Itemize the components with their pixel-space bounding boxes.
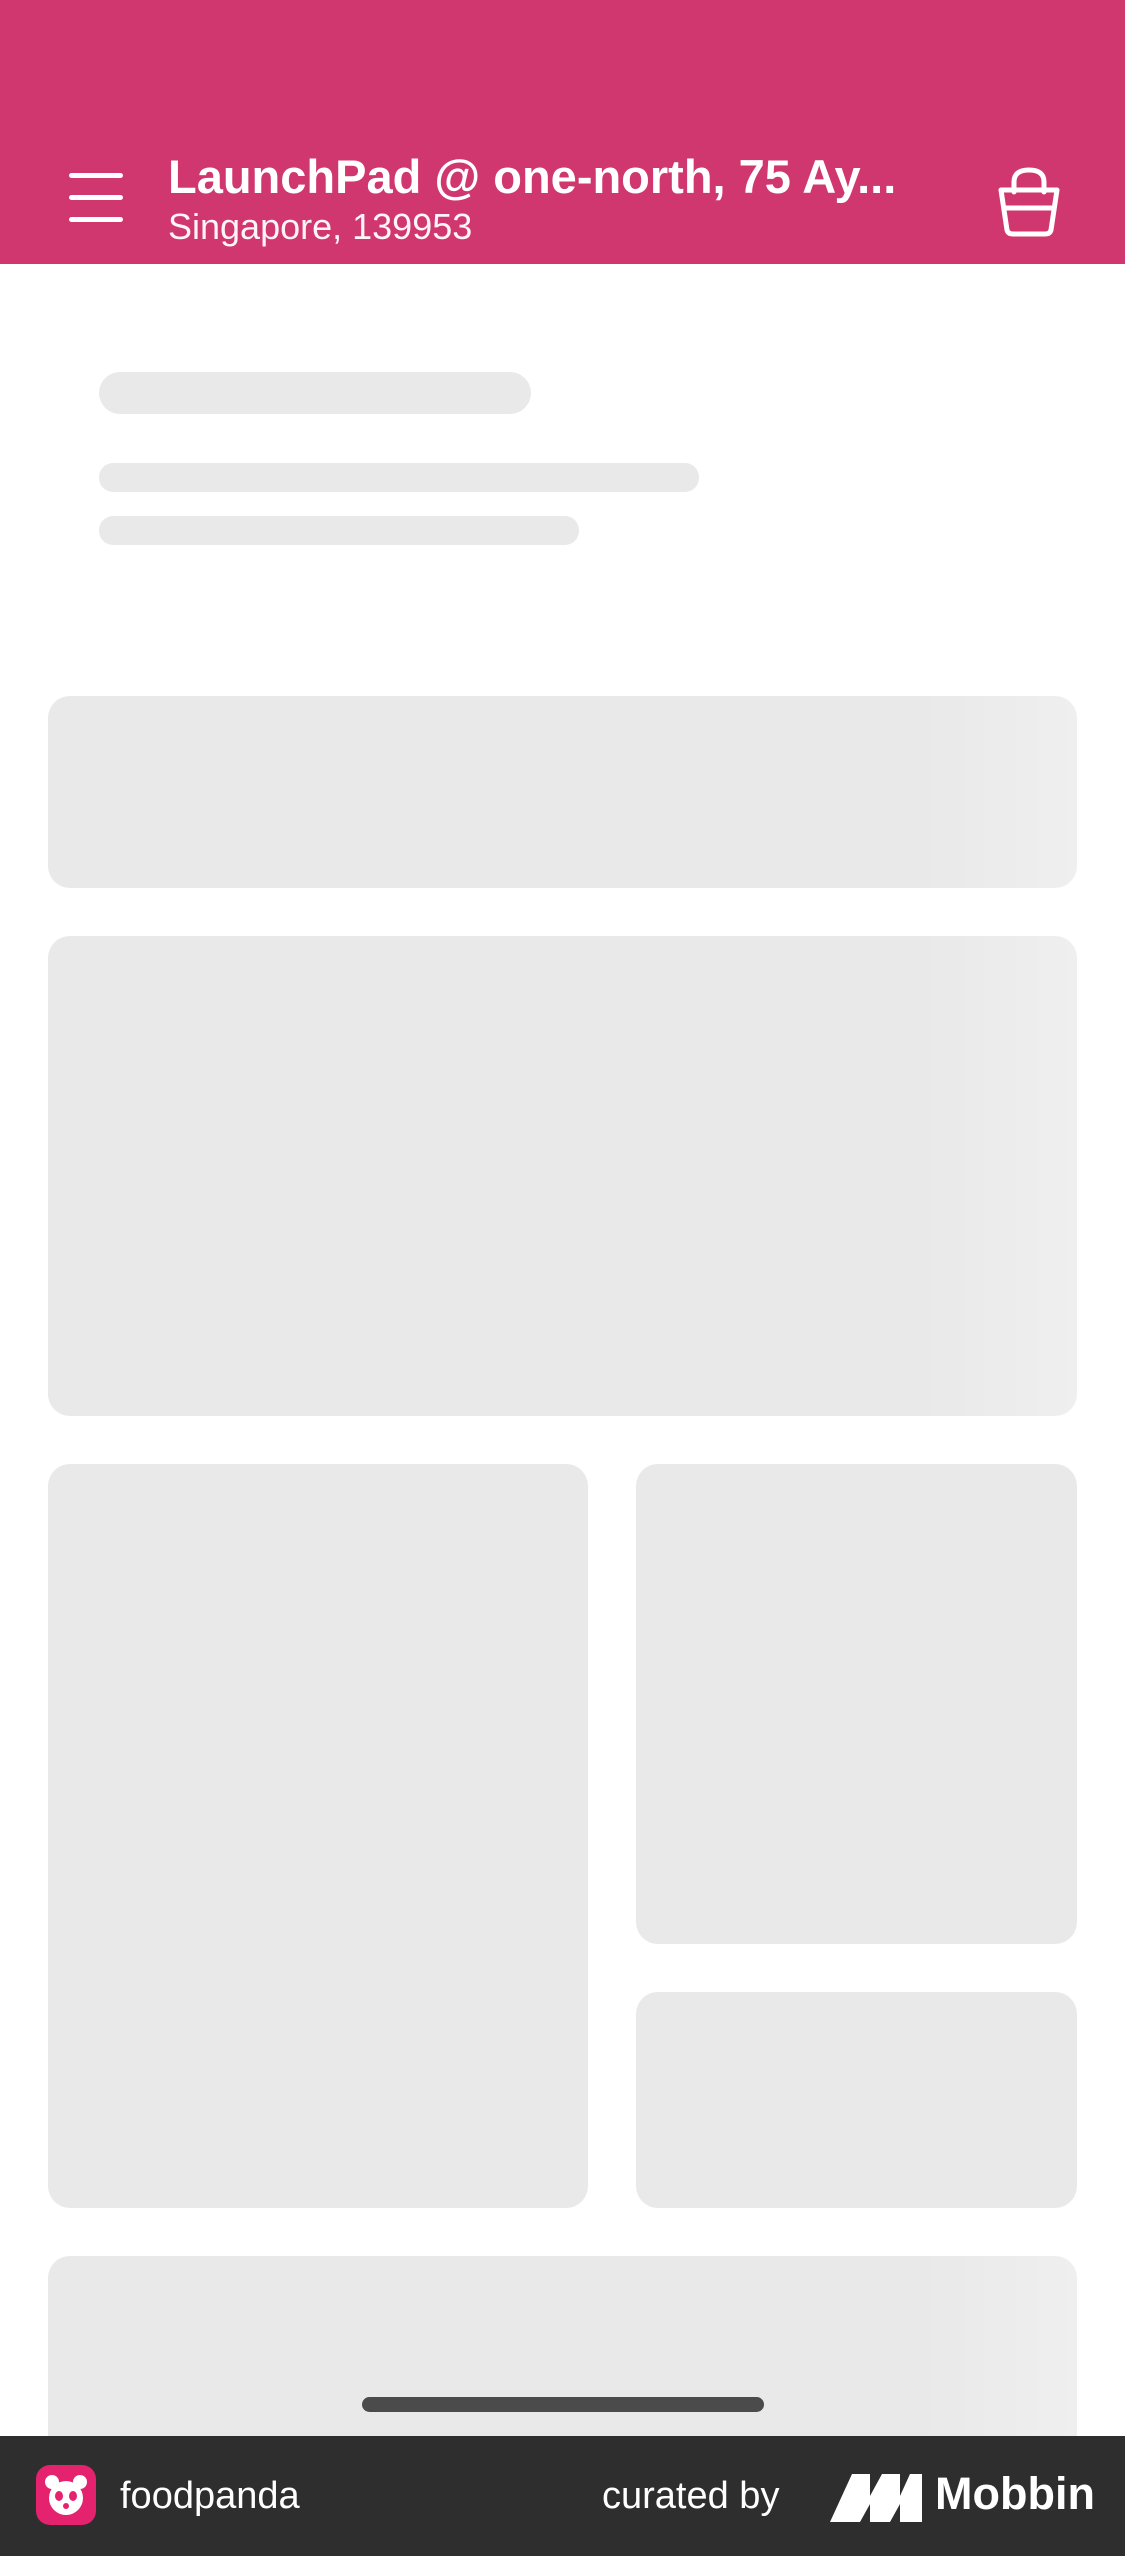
app-header: LaunchPad @ one-north, 75 Ay... Singapor… xyxy=(0,0,1125,264)
mobbin-logo-icon xyxy=(830,2470,922,2522)
hamburger-menu-icon[interactable] xyxy=(56,160,136,234)
home-indicator xyxy=(362,2397,764,2412)
foodpanda-logo-icon xyxy=(36,2465,96,2525)
skeleton-tile-left xyxy=(48,1464,588,2208)
skeleton-text-line xyxy=(99,516,579,545)
mobbin-brand-name: Mobbin xyxy=(935,2468,1095,2519)
skeleton-text-line xyxy=(99,463,699,492)
attribution-footer: foodpanda curated by Mobbin xyxy=(0,2436,1125,2556)
skeleton-heading xyxy=(99,372,531,414)
curated-by-label: curated by xyxy=(602,2475,780,2517)
shopping-bag-icon[interactable] xyxy=(992,160,1066,240)
skeleton-banner xyxy=(48,696,1077,888)
delivery-address-title[interactable]: LaunchPad @ one-north, 75 Ay... xyxy=(168,148,948,206)
skeleton-tile-right-bottom xyxy=(636,1992,1077,2208)
skeleton-tile-right-top xyxy=(636,1464,1077,1944)
foodpanda-brand-name: foodpanda xyxy=(120,2475,300,2517)
skeleton-large-card xyxy=(48,936,1077,1416)
delivery-address-subtitle[interactable]: Singapore, 139953 xyxy=(168,205,472,249)
